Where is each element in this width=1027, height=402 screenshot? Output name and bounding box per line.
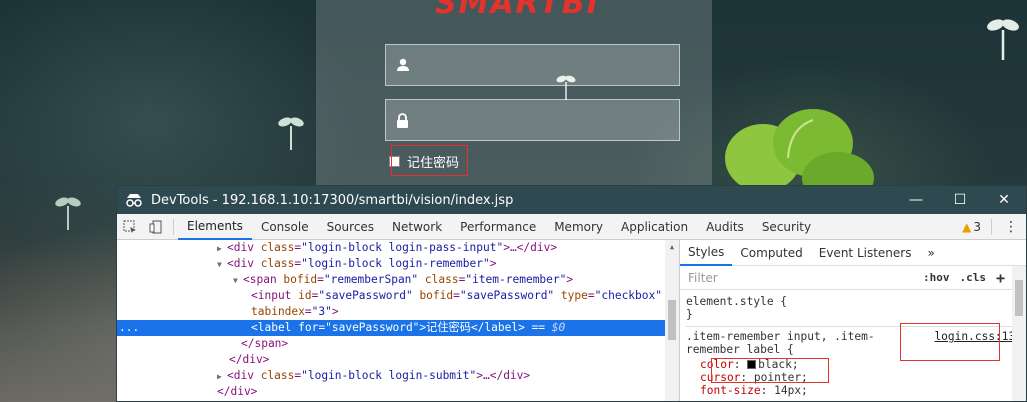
tab-audits[interactable]: Audits bbox=[697, 214, 753, 240]
password-input[interactable] bbox=[385, 99, 680, 141]
css-rules: element.style { } .item-remember input, … bbox=[680, 290, 1026, 397]
tab-console[interactable]: Console bbox=[252, 214, 318, 240]
hov-toggle[interactable]: :hov bbox=[918, 271, 955, 284]
close-button[interactable]: ✕ bbox=[982, 186, 1026, 214]
tab-separator bbox=[173, 218, 174, 235]
devtools-tabbar: Elements Console Sources Network Perform… bbox=[117, 214, 1026, 240]
css-prop-cursor[interactable]: cursor: pointer; bbox=[686, 371, 1026, 384]
warning-count: 3 bbox=[973, 219, 981, 234]
tab-elements[interactable]: Elements bbox=[178, 214, 252, 240]
user-icon bbox=[397, 58, 409, 71]
styles-scroll-thumb[interactable] bbox=[1015, 280, 1023, 316]
styles-subtabs: Styles Computed Event Listeners » bbox=[680, 240, 1026, 266]
minimize-button[interactable]: — bbox=[894, 186, 938, 214]
dom-scrollbar[interactable]: ▲ bbox=[665, 240, 679, 401]
scroll-up-icon[interactable]: ▲ bbox=[665, 240, 679, 254]
expand-triangle-icon[interactable]: ▶ bbox=[217, 241, 227, 257]
dom-node-submit-block[interactable]: ▶ <div class="login-block login-submit">…… bbox=[117, 368, 679, 384]
dom-node-span-close[interactable]: </span> bbox=[117, 336, 679, 352]
tab-application[interactable]: Application bbox=[612, 214, 697, 240]
rule-selector-cont: remember label { bbox=[686, 343, 794, 356]
subtab-event-listeners[interactable]: Event Listeners bbox=[811, 240, 920, 266]
devtools-window-title: DevTools - 192.168.1.10:17300/smartbi/vi… bbox=[151, 192, 514, 208]
username-input[interactable] bbox=[385, 44, 680, 86]
tab-performance[interactable]: Performance bbox=[451, 214, 545, 240]
devtools-titlebar: DevTools - 192.168.1.10:17300/smartbi/vi… bbox=[117, 186, 1026, 214]
dom-node-div-close[interactable]: </div> bbox=[117, 352, 679, 368]
tab-memory[interactable]: Memory bbox=[545, 214, 612, 240]
more-options-icon[interactable]: ⋮ bbox=[996, 219, 1026, 235]
dom-node-label-selected[interactable]: ... <label for="savePassword">记住密码</label… bbox=[117, 320, 679, 336]
css-prop-color[interactable]: color: black; bbox=[686, 358, 1026, 371]
sprout-icon bbox=[55, 197, 81, 230]
login-panel bbox=[316, 0, 712, 190]
new-rule-icon[interactable]: + bbox=[991, 269, 1010, 287]
device-toolbar-icon[interactable] bbox=[143, 214, 169, 240]
devtools-window: DevTools - 192.168.1.10:17300/smartbi/vi… bbox=[116, 185, 1027, 402]
source-link-login-css[interactable]: login.css:130 bbox=[934, 330, 1022, 343]
collapse-triangle-icon[interactable]: ▼ bbox=[217, 257, 227, 273]
rule-selector: .item-remember input, .item- login.css:1… bbox=[686, 330, 1022, 343]
subtab-styles[interactable]: Styles bbox=[680, 240, 733, 266]
styles-scrollbar[interactable] bbox=[1012, 266, 1026, 401]
inspect-element-icon[interactable] bbox=[117, 214, 143, 240]
maximize-button[interactable]: ☐ bbox=[938, 186, 982, 214]
sprout-icon bbox=[278, 117, 304, 150]
remember-password-row: 记住密码 bbox=[389, 150, 463, 173]
cls-toggle[interactable]: .cls bbox=[954, 271, 991, 284]
smartbi-logo: SMARTBI bbox=[435, 0, 600, 21]
dom-scroll-thumb[interactable] bbox=[668, 300, 676, 340]
collapse-triangle-icon[interactable]: ▼ bbox=[233, 273, 243, 289]
remember-password-label[interactable]: 记住密码 bbox=[403, 150, 463, 173]
css-prop-font-size[interactable]: font-size: 14px; bbox=[686, 384, 1026, 397]
color-swatch-icon[interactable] bbox=[747, 360, 757, 369]
expand-triangle-icon[interactable]: ▶ bbox=[217, 369, 227, 385]
lock-icon bbox=[397, 112, 408, 128]
tab-network[interactable]: Network bbox=[383, 214, 451, 240]
dom-node-checkbox-input[interactable]: <input id="savePassword" bofid="savePass… bbox=[117, 288, 679, 304]
dom-node-pass-input[interactable]: ▶ <div class="login-block login-pass-inpu… bbox=[117, 240, 679, 256]
dom-node-checkbox-input-cont[interactable]: tabindex="3"> bbox=[117, 304, 679, 320]
sprout-icon bbox=[987, 19, 1019, 60]
dom-node-outer-div-close[interactable]: </div> bbox=[117, 384, 679, 400]
warning-icon: ▲ bbox=[962, 219, 972, 234]
styles-filter-row: Filter :hov .cls + bbox=[680, 266, 1026, 290]
tab-sources[interactable]: Sources bbox=[318, 214, 383, 240]
devtools-app-icon bbox=[117, 193, 151, 207]
dom-node-remember-span[interactable]: ▼ <span bofid="rememberSpan" class="item-… bbox=[117, 272, 679, 288]
more-tabs-icon[interactable]: » bbox=[919, 240, 942, 266]
element-style-close: } bbox=[686, 308, 693, 321]
elements-dom-tree: ▶ <div class="login-block login-pass-inpu… bbox=[117, 240, 680, 401]
styles-filter-input[interactable]: Filter bbox=[688, 271, 918, 285]
remember-password-checkbox[interactable] bbox=[389, 156, 400, 167]
warnings-counter[interactable]: ▲ 3 bbox=[956, 220, 987, 234]
styles-panel: Styles Computed Event Listeners » Filter… bbox=[680, 240, 1026, 401]
dom-node-remember-block[interactable]: ▼ <div class="login-block login-remember"… bbox=[117, 256, 679, 272]
element-style-open: element.style { bbox=[686, 295, 788, 308]
subtab-computed[interactable]: Computed bbox=[732, 240, 810, 266]
tab-security[interactable]: Security bbox=[753, 214, 820, 240]
